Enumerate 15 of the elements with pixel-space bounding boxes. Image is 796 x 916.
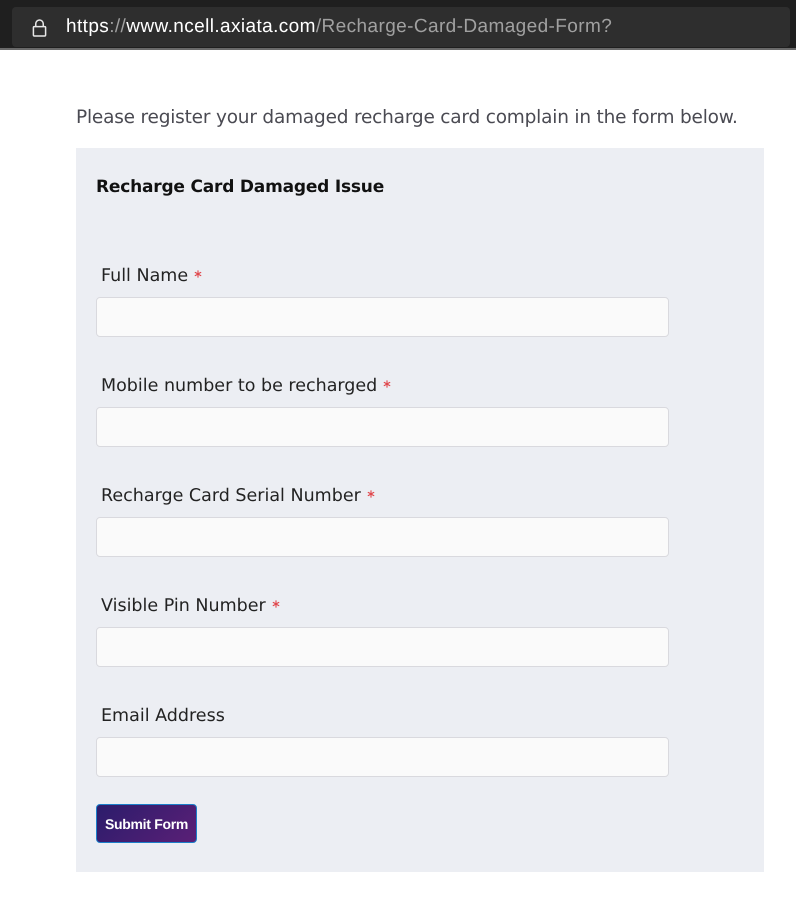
field-label: Visible Pin Number	[101, 595, 266, 618]
field-label: Full Name	[101, 265, 188, 288]
field-label: Email Address	[101, 705, 225, 728]
input-field[interactable]	[96, 297, 669, 337]
field-label: Recharge Card Serial Number	[101, 485, 361, 508]
input-field[interactable]	[96, 627, 669, 667]
field-label: Mobile number to be recharged	[101, 375, 378, 398]
input-field[interactable]	[96, 407, 669, 447]
intro-text: Please register your damaged recharge card complain in the form below.	[76, 106, 739, 130]
input-field[interactable]	[96, 737, 669, 777]
input-field[interactable]	[96, 517, 669, 557]
submit-button[interactable]: Submit Form	[96, 804, 197, 843]
address-bar[interactable]: https://www.ncell.axiata.com/Recharge-Card-Damaged-Form?	[12, 7, 790, 47]
form-title: Recharge Card Damaged Issue	[96, 176, 386, 198]
lock-icon	[32, 18, 47, 36]
